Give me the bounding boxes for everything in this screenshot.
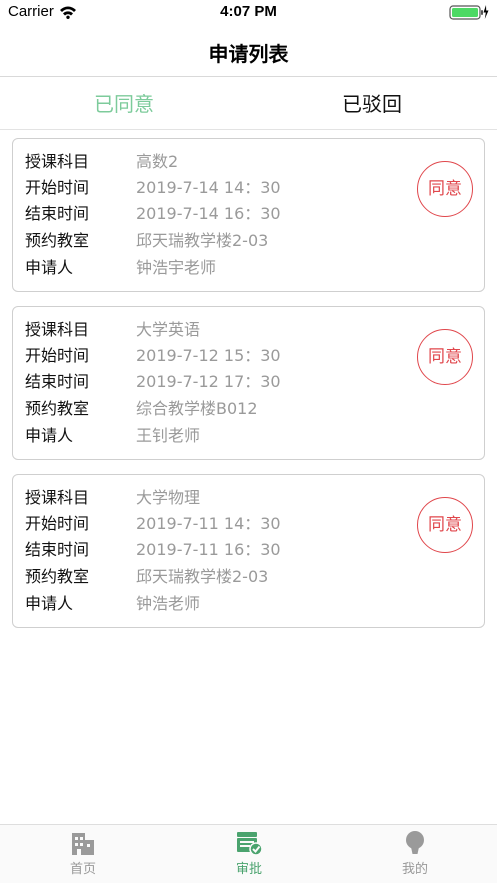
- room-value: 邱天瑞教学楼2-03: [136, 567, 269, 586]
- room-value: 综合教学楼B012: [136, 399, 258, 418]
- room-label: 预约教室: [25, 399, 90, 418]
- applicant-label: 申请人: [25, 426, 74, 445]
- battery-icon: [449, 4, 489, 24]
- approval-icon: [235, 830, 263, 860]
- tab-rejected[interactable]: 已驳回: [248, 78, 496, 130]
- applicant-label: 申请人: [25, 258, 74, 277]
- room-value: 邱天瑞教学楼2-03: [136, 231, 269, 250]
- subject-label: 授课科目: [25, 488, 90, 507]
- tab-home-label: 首页: [69, 862, 96, 877]
- status-bar: Carrier 4:07 PM: [0, 0, 497, 26]
- end-time-value: 2019-7-14 16：30: [136, 204, 281, 223]
- agreed-stamp: 同意: [417, 329, 473, 385]
- start-time-label: 开始时间: [25, 514, 90, 533]
- start-time-value: 2019-7-14 14：30: [136, 178, 281, 197]
- building-icon: [70, 830, 96, 860]
- subject-label: 授课科目: [25, 152, 90, 171]
- navigation-bar: 申请列表: [0, 26, 497, 77]
- subject-label: 授课科目: [25, 320, 90, 339]
- start-time-value: 2019-7-11 14：30: [136, 514, 281, 533]
- application-card[interactable]: 授课科目 大学英语 开始时间 2019-7-12 15：30 结束时间 2019…: [12, 306, 485, 460]
- start-time-label: 开始时间: [25, 346, 90, 365]
- end-time-value: 2019-7-12 17：30: [136, 372, 281, 391]
- application-card[interactable]: 授课科目 大学物理 开始时间 2019-7-11 14：30 结束时间 2019…: [12, 474, 485, 628]
- tab-mine[interactable]: 我的: [332, 825, 497, 883]
- tab-home[interactable]: 首页: [0, 825, 166, 883]
- agreed-stamp: 同意: [417, 497, 473, 553]
- bottom-tab-bar: 首页 审批 我的: [0, 824, 497, 883]
- start-time-value: 2019-7-12 15：30: [136, 346, 281, 365]
- room-label: 预约教室: [25, 567, 90, 586]
- applicant-label: 申请人: [25, 594, 74, 613]
- applicant-value: 钟浩宇老师: [136, 258, 217, 277]
- agreed-stamp: 同意: [417, 161, 473, 217]
- tab-agreed[interactable]: 已同意: [0, 78, 248, 130]
- page-title: 申请列表: [208, 42, 289, 66]
- end-time-label: 结束时间: [25, 540, 90, 559]
- applicant-value: 钟浩老师: [136, 594, 201, 613]
- applicant-value: 王钊老师: [136, 426, 201, 445]
- subject-value: 大学物理: [136, 488, 201, 507]
- room-label: 预约教室: [25, 231, 90, 250]
- start-time-label: 开始时间: [25, 178, 90, 197]
- end-time-label: 结束时间: [25, 372, 90, 391]
- subject-value: 高数2: [136, 152, 179, 171]
- end-time-value: 2019-7-11 16：30: [136, 540, 281, 559]
- tab-approve-label: 审批: [235, 862, 262, 877]
- status-time: 4:07 PM: [220, 3, 277, 20]
- user-icon: [402, 830, 428, 860]
- end-time-label: 结束时间: [25, 204, 90, 223]
- application-card[interactable]: 授课科目 高数2 开始时间 2019-7-14 14：30 结束时间 2019-…: [12, 138, 485, 292]
- subject-value: 大学英语: [136, 320, 201, 339]
- segment-tabs: 已同意 已驳回: [0, 78, 497, 130]
- tab-approve[interactable]: 审批: [166, 825, 332, 883]
- tab-mine-label: 我的: [401, 862, 428, 877]
